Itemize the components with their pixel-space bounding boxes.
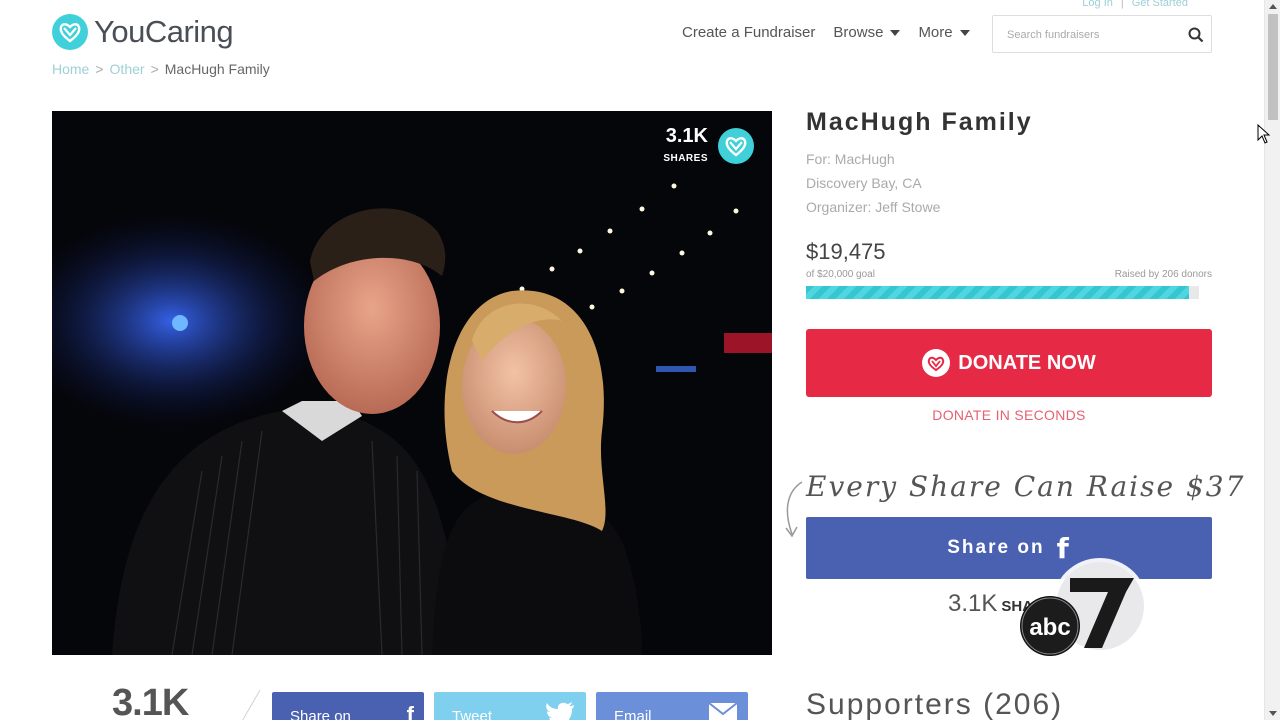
campaign-title: MacHugh Family bbox=[806, 108, 1033, 136]
campaign-details: MacHugh Family For: MacHugh Discovery Ba… bbox=[806, 108, 1212, 423]
photo-illustration bbox=[52, 111, 772, 655]
heart-logo-icon bbox=[52, 14, 88, 50]
mouse-cursor-icon bbox=[1257, 124, 1271, 144]
breadcrumb-current: MacHugh Family bbox=[164, 61, 270, 77]
campaign-location: Discovery Bay, CA bbox=[806, 175, 922, 191]
search-input[interactable] bbox=[1007, 26, 1177, 44]
share-on-facebook-button[interactable]: Share on f bbox=[806, 517, 1212, 579]
donate-in-seconds-link[interactable]: DONATE IN SECONDS bbox=[806, 407, 1212, 423]
share-count-label: SHARES bbox=[663, 153, 708, 164]
share-count-badge: 3.1K SHARES bbox=[663, 125, 754, 166]
button-label: Tweet bbox=[452, 708, 493, 720]
progress-bar bbox=[806, 286, 1199, 299]
breadcrumb-separator: > bbox=[95, 61, 104, 77]
nav-label: More bbox=[918, 24, 953, 41]
donate-now-label: DONATE NOW bbox=[958, 351, 1096, 374]
button-label: Share on bbox=[290, 708, 351, 720]
breadcrumb-home[interactable]: Home bbox=[52, 61, 89, 77]
progress-fill bbox=[806, 286, 1189, 299]
abc7-watermark-logo: abc bbox=[1020, 558, 1148, 656]
search-icon[interactable] bbox=[1187, 26, 1205, 44]
svg-text:abc: abc bbox=[1029, 614, 1070, 641]
twitter-bird-icon bbox=[546, 702, 574, 720]
scroll-thumb[interactable] bbox=[1268, 14, 1278, 120]
share-count: 3.1K SHARES bbox=[663, 125, 708, 166]
share-tagline: Every Share Can Raise $37 bbox=[806, 470, 1246, 503]
youcaring-logo[interactable]: YouCaring bbox=[52, 14, 234, 50]
donate-now-button[interactable]: DONATE NOW bbox=[806, 329, 1212, 397]
nav-create-fundraiser[interactable]: Create a Fundraiser bbox=[682, 24, 815, 41]
get-started-link[interactable]: Get Started bbox=[1132, 0, 1188, 9]
search-box bbox=[992, 15, 1212, 53]
divider: | bbox=[1120, 0, 1124, 9]
bottom-share-count: 3.1K bbox=[112, 682, 189, 720]
breadcrumb-other[interactable]: Other bbox=[110, 61, 145, 77]
supporters-heading: Supporters (206) bbox=[806, 688, 1064, 720]
curved-arrow-icon bbox=[785, 481, 803, 538]
nav-label: Create a Fundraiser bbox=[682, 24, 816, 41]
shares-count-number: 3.1K bbox=[948, 590, 998, 617]
site-header: YouCaring Log In | Get Started Create a … bbox=[0, 0, 1264, 64]
campaign-meta: For: MacHugh Discovery Bay, CA Organizer… bbox=[806, 147, 1212, 219]
scroll-up-arrow-icon[interactable] bbox=[1269, 4, 1277, 9]
donors-text: Raised by 206 donors bbox=[1114, 269, 1212, 280]
bottom-email-button[interactable]: Email bbox=[596, 692, 748, 720]
envelope-icon bbox=[708, 702, 738, 720]
main-nav: Create a Fundraiser Browse More bbox=[682, 24, 988, 41]
nav-browse[interactable]: Browse bbox=[833, 24, 901, 41]
share-count-number: 3.1K bbox=[665, 125, 708, 147]
login-link[interactable]: Log In bbox=[1082, 0, 1113, 9]
bottom-share-facebook-button[interactable]: Share on f bbox=[272, 692, 424, 720]
campaign-organizer[interactable]: Organizer: Jeff Stowe bbox=[806, 195, 1212, 219]
scroll-down-arrow-icon[interactable] bbox=[1269, 711, 1277, 716]
facebook-icon: f bbox=[406, 702, 414, 720]
heart-icon bbox=[922, 349, 951, 377]
button-label: Email bbox=[614, 708, 652, 720]
nav-more[interactable]: More bbox=[918, 24, 970, 41]
logo-text: YouCaring bbox=[94, 14, 234, 49]
page-scrollbar[interactable] bbox=[1264, 0, 1280, 720]
top-links: Log In | Get Started bbox=[1082, 0, 1188, 9]
goal-text: of $20,000 goal bbox=[806, 269, 875, 280]
nav-label: Browse bbox=[833, 24, 884, 41]
breadcrumb-separator: > bbox=[150, 61, 159, 77]
caret-down-icon bbox=[890, 29, 901, 36]
amount-raised: $19,475 bbox=[806, 239, 886, 264]
campaign-photo: 3.1K SHARES bbox=[52, 111, 772, 655]
breadcrumb: Home > Other > MacHugh Family bbox=[52, 61, 270, 77]
campaign-for: For: MacHugh bbox=[806, 151, 895, 167]
bottom-tweet-button[interactable]: Tweet bbox=[434, 692, 586, 720]
goal-row: of $20,000 goal Raised by 206 donors bbox=[806, 269, 1212, 280]
heart-logo-icon bbox=[718, 127, 754, 164]
caret-down-icon bbox=[959, 29, 970, 36]
